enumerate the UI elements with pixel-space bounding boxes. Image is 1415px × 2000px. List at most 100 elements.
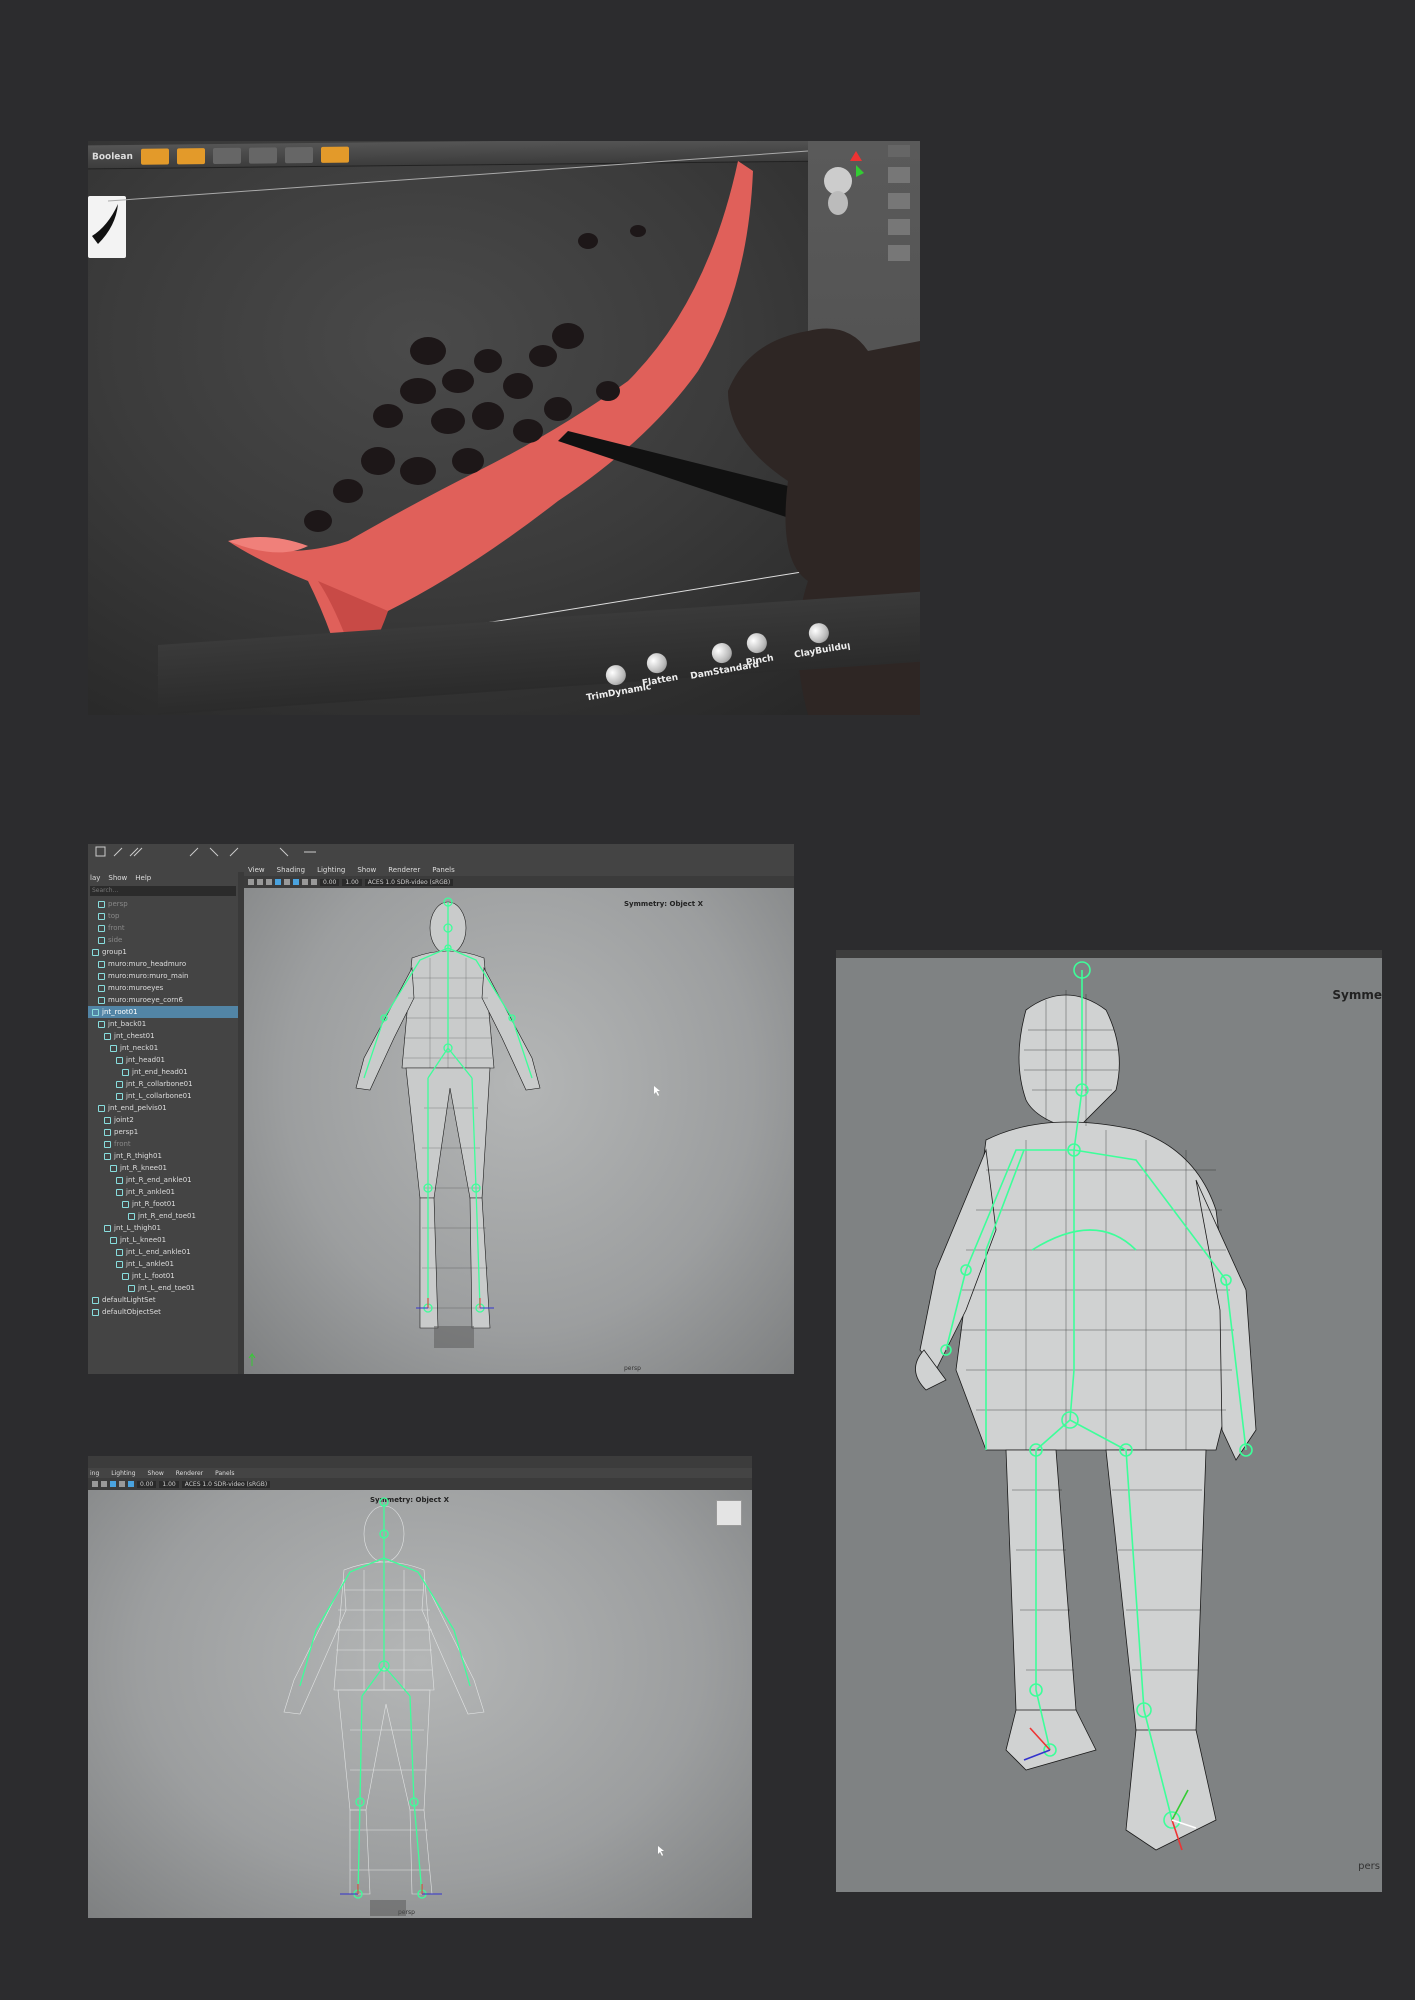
outliner-item[interactable]: jnt_L_knee01 [88, 1234, 238, 1246]
outliner-item[interactable]: jnt_neck01 [88, 1042, 238, 1054]
outliner-item[interactable]: muro:muroeyes [88, 982, 238, 994]
joint-node-icon [104, 1032, 111, 1040]
viewport-menu-lighting[interactable]: Lighting [111, 1470, 135, 1477]
outliner-item[interactable]: jnt_end_head01 [88, 1066, 238, 1078]
outliner-menu-display[interactable]: lay [90, 874, 100, 882]
grid-icon[interactable] [101, 1481, 107, 1487]
outliner-item[interactable]: jnt_chest01 [88, 1030, 238, 1042]
rigged-character-front [248, 897, 660, 1366]
outliner-item[interactable]: jnt_head01 [88, 1054, 238, 1066]
brush-flatten[interactable]: Flatten [637, 650, 679, 689]
gamma-field[interactable]: 1.00 [159, 1480, 179, 1488]
outliner-item[interactable]: jnt_L_thigh01 [88, 1222, 238, 1234]
shaded-icon[interactable] [275, 879, 281, 885]
xray-joint-icon[interactable] [128, 1481, 134, 1487]
joint-node-icon [104, 1128, 111, 1136]
exposure-field[interactable]: 0.00 [137, 1480, 157, 1488]
outliner-item-label: jnt_R_foot01 [132, 1200, 176, 1208]
viewport-menu-renderer[interactable]: Renderer [176, 1470, 203, 1477]
outliner-item-label: jnt_end_head01 [132, 1068, 188, 1076]
outliner-item-label: persp [108, 900, 128, 908]
outliner-item[interactable]: jnt_L_foot01 [88, 1270, 238, 1282]
joint-node-icon [116, 1092, 123, 1100]
viewport-wireframe-front[interactable]: Symmetry: Object X persp [88, 1490, 752, 1918]
outliner-item[interactable]: joint2 [88, 1114, 238, 1126]
joint-node-icon [98, 972, 105, 980]
joint-node-icon [128, 1284, 135, 1292]
wireframe-icon[interactable] [110, 1481, 116, 1487]
outliner-item-label: jnt_neck01 [120, 1044, 159, 1052]
outliner-item-label: jnt_R_knee01 [120, 1164, 168, 1172]
joint-node-icon [104, 1116, 111, 1124]
outliner-item[interactable]: muro:muro_headmuro [88, 958, 238, 970]
joint-node-icon [104, 1140, 111, 1148]
outliner-item[interactable]: front [88, 922, 238, 934]
viewport-persp-front[interactable]: Symmetry: Object X persp [244, 888, 794, 1374]
outliner-item-label: jnt_L_end_toe01 [138, 1284, 195, 1292]
rigged-character-persp[interactable] [836, 950, 1382, 1892]
grid-icon[interactable] [257, 879, 263, 885]
outliner-item[interactable]: jnt_back01 [88, 1018, 238, 1030]
joint-node-icon [98, 1020, 105, 1028]
viewport-menu-show[interactable]: Show [357, 866, 376, 874]
color-space-dropdown[interactable]: ACES 1.0 SDR-video (sRGB) [181, 1480, 271, 1488]
outliner-menu-help[interactable]: Help [135, 874, 151, 882]
viewport-menu-shading[interactable]: ing [90, 1470, 99, 1477]
outliner-item[interactable]: jnt_R_end_toe01 [88, 1210, 238, 1222]
outliner-item[interactable]: jnt_R_thigh01 [88, 1150, 238, 1162]
viewport-menu-lighting[interactable]: Lighting [317, 866, 345, 874]
color-space-dropdown[interactable]: ACES 1.0 SDR-video (sRGB) [364, 878, 454, 886]
outliner-item[interactable]: persp [88, 898, 238, 910]
shaded-icon[interactable] [119, 1481, 125, 1487]
outliner-item[interactable]: muro:muro:muro_main [88, 970, 238, 982]
outliner-search-input[interactable]: Search... [90, 886, 236, 896]
xray-joint-icon[interactable] [293, 879, 299, 885]
outliner-item[interactable]: jnt_R_end_ankle01 [88, 1174, 238, 1186]
outliner-item[interactable]: jnt_root01 [88, 1006, 238, 1018]
outliner-item[interactable]: jnt_R_knee01 [88, 1162, 238, 1174]
outliner-item[interactable]: defaultLightSet [88, 1294, 238, 1306]
viewport-menu-panels[interactable]: Panels [215, 1470, 234, 1477]
outliner-item-label: jnt_R_thigh01 [114, 1152, 162, 1160]
wireframe-icon[interactable] [266, 879, 272, 885]
joint-node-icon [122, 1272, 129, 1280]
joint-node-icon [116, 1188, 123, 1196]
joint-node-icon [104, 1152, 111, 1160]
outliner-item[interactable]: front [88, 1138, 238, 1150]
outliner-menu-show[interactable]: Show [108, 874, 127, 882]
outliner-item[interactable]: jnt_end_pelvis01 [88, 1102, 238, 1114]
isolate-icon[interactable] [302, 879, 308, 885]
outliner-item[interactable]: top [88, 910, 238, 922]
viewport-menu-renderer[interactable]: Renderer [388, 866, 420, 874]
light-icon[interactable] [311, 879, 317, 885]
outliner-item[interactable]: jnt_R_collarbone01 [88, 1078, 238, 1090]
outliner-item-label: joint2 [114, 1116, 134, 1124]
camera-icon[interactable] [92, 1481, 98, 1487]
viewport-menubar: View Shading Lighting Show Renderer Pane… [244, 864, 794, 876]
exposure-field[interactable]: 0.00 [320, 878, 340, 886]
outliner-item[interactable]: persp1 [88, 1126, 238, 1138]
outliner-item[interactable]: jnt_L_collarbone01 [88, 1090, 238, 1102]
joint-node-icon [98, 1104, 105, 1112]
joint-node-icon [122, 1068, 129, 1076]
outliner-item[interactable]: group1 [88, 946, 238, 958]
outliner-item[interactable]: jnt_R_ankle01 [88, 1186, 238, 1198]
viewport-menu-view[interactable]: View [248, 866, 265, 874]
gamma-field[interactable]: 1.00 [342, 878, 362, 886]
outliner-item[interactable]: jnt_R_foot01 [88, 1198, 238, 1210]
outliner-item[interactable]: defaultObjectSet [88, 1306, 238, 1318]
outliner-item[interactable]: jnt_L_end_toe01 [88, 1282, 238, 1294]
viewport-menu-show[interactable]: Show [148, 1470, 164, 1477]
outliner-item[interactable]: side [88, 934, 238, 946]
outliner-item[interactable]: muro:muroeye_corn6 [88, 994, 238, 1006]
viewport-menu-panels[interactable]: Panels [432, 866, 455, 874]
outliner-item-label: jnt_chest01 [114, 1032, 155, 1040]
outliner-item[interactable]: jnt_L_end_ankle01 [88, 1246, 238, 1258]
viewport-menu-shading[interactable]: Shading [277, 866, 305, 874]
viewport-toolbar: 0.00 1.00 ACES 1.0 SDR-video (sRGB) [88, 1478, 752, 1490]
texture-icon[interactable] [284, 879, 290, 885]
outliner-item[interactable]: jnt_L_ankle01 [88, 1258, 238, 1270]
brush-pinch[interactable]: Pinch [741, 631, 774, 668]
outliner-item-label: muro:muroeyes [108, 984, 164, 992]
camera-icon[interactable] [248, 879, 254, 885]
